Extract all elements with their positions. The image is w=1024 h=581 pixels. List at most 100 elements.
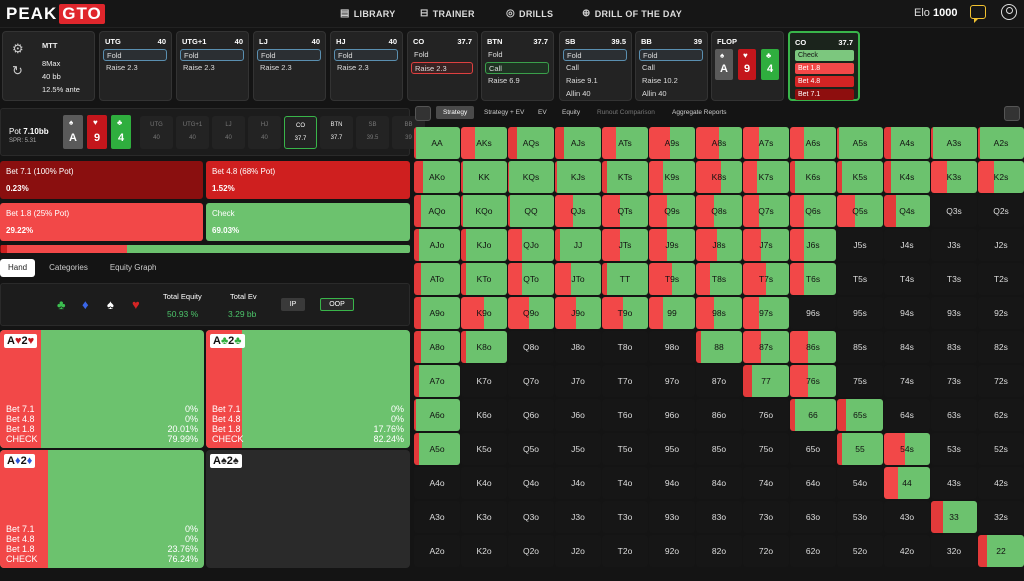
logo[interactable]: PEAK GTO	[6, 4, 105, 24]
matrix-cell-97o[interactable]: 97o	[649, 365, 695, 397]
matrix-cell-k4o[interactable]: K4o	[461, 467, 507, 499]
combo-card-1[interactable]: A♣2♣ Bet 7.1 0% Bet 4.8 0% Bet 1.8 17.76% CHECK…	[206, 330, 410, 448]
tree-action-raise-2-3[interactable]: Raise 2.3	[103, 62, 167, 74]
matrix-cell-t2o[interactable]: T2o	[602, 535, 648, 567]
matrix-cell-a9s[interactable]: A9s	[649, 127, 695, 159]
spade-filter-icon[interactable]: ♠	[107, 297, 114, 312]
tree-node-btn[interactable]: BTN 37.7 Fold Call Raise 6.9	[481, 31, 554, 101]
matrix-cell-j6o[interactable]: J6o	[555, 399, 601, 431]
matrix-cell-q8o[interactable]: Q8o	[508, 331, 554, 363]
matrix-cell-kts[interactable]: KTs	[602, 161, 648, 193]
matrix-cell-93o[interactable]: 93o	[649, 501, 695, 533]
tree-action-raise-2-3[interactable]: Raise 2.3	[180, 62, 244, 74]
seat-utg[interactable]: UTG 40	[140, 116, 173, 149]
matrix-cell-63s[interactable]: 63s	[931, 399, 977, 431]
tab-strategy-ev[interactable]: Strategy + EV	[484, 109, 524, 116]
matrix-cell-97s[interactable]: 97s	[743, 297, 789, 329]
matrix-cell-q5s[interactable]: Q5s	[837, 195, 883, 227]
matrix-cell-96s[interactable]: 96s	[790, 297, 836, 329]
matrix-cell-j8o[interactable]: J8o	[555, 331, 601, 363]
matrix-cell-j8s[interactable]: J8s	[696, 229, 742, 261]
matrix-cell-k9s[interactable]: K9s	[649, 161, 695, 193]
matrix-cell-32s[interactable]: 32s	[978, 501, 1024, 533]
matrix-cell-t3s[interactable]: T3s	[931, 263, 977, 295]
active-option-bet-4-8[interactable]: Bet 4.8	[795, 76, 854, 87]
matrix-cell-t4s[interactable]: T4s	[884, 263, 930, 295]
matrix-cell-t9s[interactable]: T9s	[649, 263, 695, 295]
matrix-cell-t9o[interactable]: T9o	[602, 297, 648, 329]
matrix-cell-t3o[interactable]: T3o	[602, 501, 648, 533]
tree-action-fold[interactable]: Fold	[334, 49, 398, 61]
matrix-cell-53s[interactable]: 53s	[931, 433, 977, 465]
ip-toggle-button[interactable]: IP	[281, 298, 305, 311]
matrix-cell-q7o[interactable]: Q7o	[508, 365, 554, 397]
matrix-cell-q9o[interactable]: Q9o	[508, 297, 554, 329]
matrix-cell-33[interactable]: 33	[931, 501, 977, 533]
tree-action-call[interactable]: Call	[639, 62, 703, 74]
matrix-cell-a2s[interactable]: A2s	[978, 127, 1024, 159]
matrix-cell-jj[interactable]: JJ	[555, 229, 601, 261]
matrix-cell-44[interactable]: 44	[884, 467, 930, 499]
tree-node-co[interactable]: CO 37.7 Fold Raise 2.3	[407, 31, 478, 101]
combo-card-0[interactable]: A♥2♥ Bet 7.1 0% Bet 4.8 0% Bet 1.8 20.01% CHECK…	[0, 330, 204, 448]
matrix-cell-86s[interactable]: 86s	[790, 331, 836, 363]
matrix-cell-ato[interactable]: ATo	[414, 263, 460, 295]
tree-action-allin-40[interactable]: Allin 40	[563, 88, 627, 100]
matrix-cell-j9o[interactable]: J9o	[555, 297, 601, 329]
tree-action-raise-6-9[interactable]: Raise 6.9	[485, 75, 549, 87]
matrix-cell-74o[interactable]: 74o	[743, 467, 789, 499]
tree-action-raise-2-3[interactable]: Raise 2.3	[411, 62, 473, 74]
matrix-cell-a7o[interactable]: A7o	[414, 365, 460, 397]
nav-trainer[interactable]: ⊟ TRAINER	[420, 8, 475, 19]
matrix-cell-a7s[interactable]: A7s	[743, 127, 789, 159]
matrix-cell-t5o[interactable]: T5o	[602, 433, 648, 465]
matrix-cell-k9o[interactable]: K9o	[461, 297, 507, 329]
matrix-cell-kto[interactable]: KTo	[461, 263, 507, 295]
matrix-cell-k3s[interactable]: K3s	[931, 161, 977, 193]
matrix-cell-a2o[interactable]: A2o	[414, 535, 460, 567]
matrix-cell-84o[interactable]: 84o	[696, 467, 742, 499]
matrix-cell-q4o[interactable]: Q4o	[508, 467, 554, 499]
seat-btn[interactable]: BTN 37.7	[320, 116, 353, 149]
matrix-cell-kqo[interactable]: KQo	[461, 195, 507, 227]
tree-action-fold[interactable]: Fold	[485, 49, 549, 61]
matrix-cell-q6o[interactable]: Q6o	[508, 399, 554, 431]
matrix-cell-q5o[interactable]: Q5o	[508, 433, 554, 465]
flop-card[interactable]: FLOP ♠ A ♥ 9 ♣ 4	[711, 31, 784, 101]
gamepad-settings-icon[interactable]	[1004, 106, 1020, 121]
tree-action-raise-10-2[interactable]: Raise 10.2	[639, 75, 703, 87]
tree-node-hj[interactable]: HJ 40 Fold Raise 2.3	[330, 31, 403, 101]
tree-action-allin-40[interactable]: Allin 40	[639, 88, 703, 100]
gear-icon[interactable]: ⚙	[12, 41, 24, 57]
tree-node-lj[interactable]: LJ 40 Fold Raise 2.3	[253, 31, 326, 101]
matrix-cell-k6o[interactable]: K6o	[461, 399, 507, 431]
matrix-cell-a8s[interactable]: A8s	[696, 127, 742, 159]
matrix-cell-85s[interactable]: 85s	[837, 331, 883, 363]
matrix-cell-k7o[interactable]: K7o	[461, 365, 507, 397]
strategy-action-bet-4-8-68-pot[interactable]: Bet 4.8 (68% Pot) 1.52%	[206, 161, 410, 199]
matrix-cell-t7s[interactable]: T7s	[743, 263, 789, 295]
matrix-cell-aqs[interactable]: AQs	[508, 127, 554, 159]
tab-equity-graph[interactable]: Equity Graph	[102, 259, 165, 277]
matrix-cell-75s[interactable]: 75s	[837, 365, 883, 397]
matrix-cell-k3o[interactable]: K3o	[461, 501, 507, 533]
tree-action-raise-9-1[interactable]: Raise 9.1	[563, 75, 627, 87]
matrix-cell-qq[interactable]: QQ	[508, 195, 554, 227]
matrix-cell-64s[interactable]: 64s	[884, 399, 930, 431]
tree-action-raise-2-3[interactable]: Raise 2.3	[257, 62, 321, 74]
matrix-cell-j3s[interactable]: J3s	[931, 229, 977, 261]
nav-drills[interactable]: ◎ DRILLS	[506, 8, 553, 19]
tab-equity[interactable]: Equity	[562, 109, 580, 116]
user-icon[interactable]	[1001, 4, 1017, 20]
matrix-cell-j2o[interactable]: J2o	[555, 535, 601, 567]
matrix-cell-a5o[interactable]: A5o	[414, 433, 460, 465]
tab-strategy[interactable]: Strategy	[436, 106, 475, 119]
matrix-cell-84s[interactable]: 84s	[884, 331, 930, 363]
matrix-cell-32o[interactable]: 32o	[931, 535, 977, 567]
nav-library[interactable]: ▤ LIBRARY	[340, 8, 396, 19]
matrix-cell-52o[interactable]: 52o	[837, 535, 883, 567]
strategy-action-bet-7-1-100-pot[interactable]: Bet 7.1 (100% Pot) 0.23%	[0, 161, 203, 199]
matrix-cell-j4s[interactable]: J4s	[884, 229, 930, 261]
matrix-cell-a4o[interactable]: A4o	[414, 467, 460, 499]
matrix-cell-k2o[interactable]: K2o	[461, 535, 507, 567]
